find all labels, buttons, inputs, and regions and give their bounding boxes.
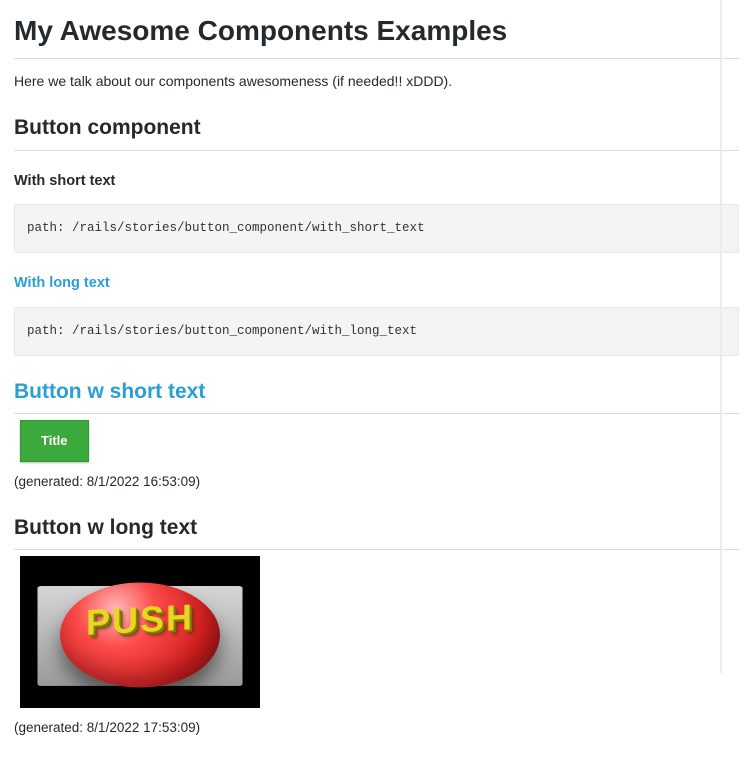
code-block-long-path: path: /rails/stories/button_component/wi… [14, 307, 739, 356]
subsection-with-long-text-link[interactable]: With long text [14, 273, 739, 295]
subsection-with-short-text: With short text [14, 171, 739, 193]
push-button-label: PUSH [86, 590, 194, 650]
panel-divider [720, 0, 722, 673]
section-button-component: Button component [14, 112, 739, 151]
generated-timestamp-short: (generated: 8/1/2022 16:53:09) [14, 472, 739, 492]
page-title: My Awesome Components Examples [14, 10, 739, 59]
title-button[interactable]: Title [20, 420, 89, 462]
generated-timestamp-long: (generated: 8/1/2022 17:53:09) [14, 718, 739, 738]
section-button-w-short-text-link[interactable]: Button w short text [14, 376, 739, 415]
section-button-w-long-text: Button w long text [14, 512, 739, 551]
page-intro: Here we talk about our components awesom… [14, 71, 739, 92]
example-long-preview: PUSH [20, 556, 260, 708]
example-short-preview: Title [20, 420, 739, 462]
code-block-short-path: path: /rails/stories/button_component/wi… [14, 204, 739, 253]
